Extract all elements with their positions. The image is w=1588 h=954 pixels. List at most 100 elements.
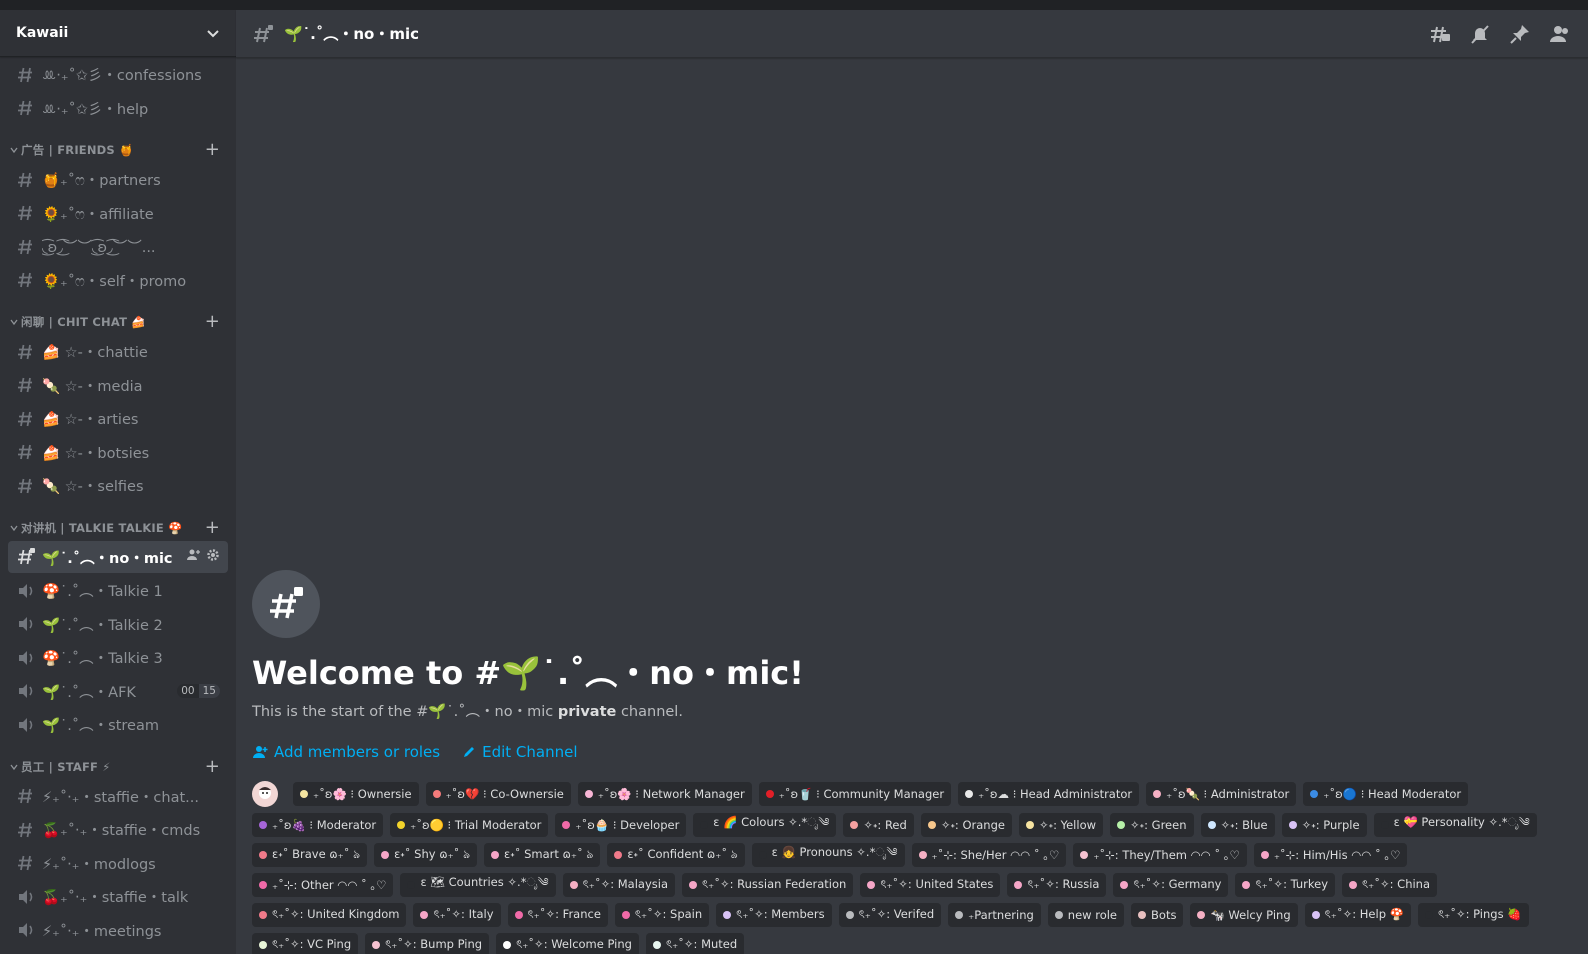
role-tag[interactable]: ɛ 👧 Pronouns ✧.*ೃ༄ [751,843,905,867]
role-tag[interactable]: ✧˖: Red [843,813,914,837]
add-channel-icon[interactable]: + [205,757,220,776]
text-channel-item[interactable]: 🍡 ☆-・media [8,369,228,401]
text-channel-item[interactable]: 🍰 ☆-・arties [8,403,228,435]
role-tag[interactable]: ৎ₊˚✧: Germany [1113,873,1229,897]
role-tag[interactable]: ✧˖: Purple [1281,813,1367,837]
server-header[interactable]: Kawaii [0,10,236,57]
role-tag[interactable]: ✧˖: Blue [1200,813,1275,837]
text-channel-item[interactable]: 🍯₊˚ෆ・partners [8,164,228,196]
role-tag[interactable]: ৎ₊˚✧: France [507,903,608,927]
role-tag[interactable]: ৎ₊˚✧: United Kingdom [252,903,407,927]
channel-category[interactable]: 广告 | FRIENDS 🍯 + [8,138,228,162]
role-tag[interactable]: ৎ₊˚✧: China [1342,873,1438,897]
role-tag[interactable]: ✧˖: Orange [920,813,1012,837]
text-channel-item[interactable]: 🍰 ☆-・botsies [8,436,228,468]
role-tag[interactable]: ৎ₊˚✧: VC Ping [252,933,359,954]
role-tag[interactable]: ₊˚ʚ☁ ⁝ Head Administrator [958,782,1140,806]
threads-icon[interactable] [1428,22,1452,46]
voice-channel-item[interactable]: ⚡₊˚‧₊・meetings [8,914,228,946]
role-tag[interactable]: ₊˚ʚ🟡 ⁝ Trial Moderator [390,813,549,837]
role-tag[interactable]: ɛ 🌈 Colours ✧.*ೃ༄ [693,813,837,837]
text-channel-item[interactable]: 🌻₊˚ෆ・self・promo [8,264,228,296]
role-tag[interactable]: ₊˚ʚ🥤 ⁝ Community Manager [758,782,952,806]
text-channel-item[interactable]: ⚡₊˚‧₊・modlogs [8,847,228,879]
add-channel-icon[interactable]: + [205,141,220,159]
role-tag[interactable]: ৎ₊˚✧: Malaysia [562,873,676,897]
role-tag[interactable]: ɛ 💝 Personality ✧.*ೃ༄ [1373,813,1537,837]
text-channel-item[interactable]: ⚡₊˚‧₊・staffie・chat... [8,780,228,812]
text-channel-item[interactable]: 🍡 ☆-・selfies [8,470,228,502]
role-tag[interactable]: ₊˚ʚ🧁 ⁝ Developer [555,813,687,837]
channel-category[interactable]: 闲聊 | CHIT CHAT 🍰 + [8,310,228,334]
channel-category[interactable]: 对讲机 | TALKIE TALKIE 🍄 + [8,516,228,540]
role-color-dot [1424,911,1433,919]
hash-icon [16,98,38,118]
role-tag[interactable]: ৎ₊˚✧: Help 🍄 [1304,903,1411,927]
role-label: ৎ₊˚✧: Italy [433,906,494,921]
text-channel-item[interactable]: 🍒₊˚‧₊・staffie・cmds [8,814,228,846]
role-tag[interactable]: Bots [1131,903,1184,927]
text-channel-item[interactable]: 🌻₊˚ෆ・affiliate [8,197,228,229]
channel-category[interactable]: 员工 | STAFF ⚡ + [8,755,228,779]
voice-channel-item[interactable]: 🌱˙.˚︵・AFK 00 15 [8,675,228,707]
text-channel-item[interactable]: ꔛ‧₊˚✩彡・confessions [8,59,228,91]
voice-channel-item[interactable]: 🍄˙.˚︵・Talkie 1 [8,575,228,607]
role-tag[interactable]: ৎ₊˚✧: Bump Ping [365,933,490,954]
role-color-dot [652,941,661,949]
role-tag[interactable]: ৎ₊˚✧: Welcome Ping [496,933,639,954]
role-tag[interactable]: ₊˚ʚ🔵 ⁝ Head Moderator [1303,782,1469,806]
role-tag[interactable]: ₊˚ʚ🌸 ⁝ Ownersie [293,782,419,806]
role-tag[interactable]: ৎ₊˚✧: Muted [645,933,745,954]
add-channel-icon[interactable]: + [205,518,220,537]
role-tag[interactable]: ৎ₊˚✧: Russian Federation [682,873,854,897]
role-color-dot [1380,821,1389,829]
text-channel-item[interactable]: ꔛ‧₊˚✩彡・help [8,92,228,124]
voice-channel-item[interactable]: 🌱˙.˚︵・Talkie 2 [8,608,228,640]
role-tag[interactable]: new role [1047,903,1125,927]
member-list-icon[interactable] [1548,22,1572,46]
role-tag[interactable]: ɛ˖˚ Confident ɷ₊˚ ঌ [607,843,745,867]
notification-muted-icon[interactable] [1468,22,1492,46]
voice-channel-item[interactable]: 🍒₊˚‧₊・staffie・talk [8,881,228,913]
text-channel-item[interactable]: 🍰 ☆-・chattie [8,336,228,368]
role-tag[interactable]: ₊˚⊹: She/Her ◠◠ ˚ ｡♡ [911,843,1067,867]
role-color-dot [407,881,416,889]
role-tag[interactable]: ৎ₊˚✧: United States [860,873,1001,897]
role-color-dot [1153,790,1162,798]
role-tag[interactable]: ₊˚⊹: Other ◠◠ ˚ ｡♡ [252,873,394,897]
role-tag[interactable]: ₊˚⊹: They/Them ◠◠ ˚ ｡♡ [1073,843,1247,867]
channel-name: 🍄˙.˚︵・Talkie 1 [42,584,163,600]
role-tag[interactable]: 🐄 Welcy Ping [1190,903,1298,927]
role-tag[interactable]: ɛ 🗺 Countries ✧.*ೃ༄ [400,873,556,897]
add-members-button[interactable]: Add members or roles [252,743,440,761]
role-tag[interactable]: ৎ₊˚✧: Russia [1007,873,1107,897]
role-tag[interactable]: ₊Partnering [948,903,1041,927]
server-name: Kawaii [16,25,69,41]
gear-icon[interactable] [206,548,220,566]
role-tag[interactable]: ɛ˖˚ Brave ɷ₊˚ ঌ [252,843,368,867]
role-tag[interactable]: ₊˚⊹: Him/His ◠◠ ˚ ｡♡ [1253,843,1408,867]
role-tag[interactable]: ɛ˖˚ Shy ɷ₊˚ ঌ [374,843,478,867]
add-channel-icon[interactable]: + [205,313,220,331]
voice-channel-item[interactable]: 🍄˙.˚︵・Talkie 3 [8,642,228,674]
voice-channel-item[interactable]: 🌱˙.˚︵・stream [8,709,228,741]
text-channel-item[interactable]: ◟͜͡ʚ◞͜͡︶︶◟͜͡ʚ◞͜͡︶︶... [8,231,228,263]
pin-icon[interactable] [1508,22,1532,46]
role-tag[interactable]: ৎ₊˚✧: Turkey [1235,873,1336,897]
invite-icon[interactable] [186,548,200,566]
role-tag[interactable]: ৎ₊˚✧: Verifed [838,903,942,927]
role-tag[interactable]: ₊˚ʚ🍡 ⁝ Administrator [1146,782,1297,806]
role-tag[interactable]: ✧˖: Yellow [1018,813,1104,837]
role-tag[interactable]: ₊˚ʚ💔 ⁝ Co-Ownersie [425,782,571,806]
edit-channel-button[interactable]: Edit Channel [462,743,578,761]
role-tag[interactable]: ৎ₊˚✧: Italy [413,903,501,927]
role-tag[interactable]: ₊˚ʚ🌸 ⁝ Network Manager [577,782,752,806]
role-tag[interactable]: ₊˚ʚ🍇 ⁝ Moderator [252,813,384,837]
role-tag[interactable]: ৎ₊˚✧: Members [716,903,832,927]
text-channel-item[interactable]: 🌱˙.˚︵・no・mic [8,541,228,573]
role-tag[interactable]: ✧˖: Green [1110,813,1194,837]
role-tag[interactable]: ɛ˖˚ Smart ɷ₊˚ ঌ [484,843,601,867]
category-name: 员工 | STAFF ⚡ [21,759,111,774]
role-tag[interactable]: ৎ₊˚✧: Pings 🍓 [1417,903,1529,927]
role-tag[interactable]: ৎ₊˚✧: Spain [614,903,710,927]
